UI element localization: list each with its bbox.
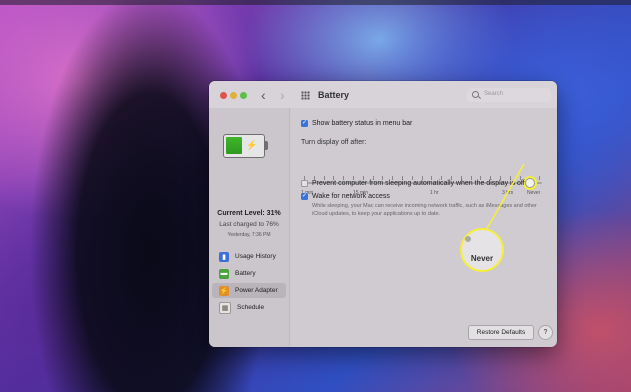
slider-tick (353, 176, 354, 180)
schedule-icon: ▦ (219, 301, 231, 314)
slider-tick (362, 176, 364, 180)
main-pane: ✓ Show battery status in menu bar Turn d… (290, 108, 557, 347)
tick-label-3-hrs: 3 hrs (502, 190, 514, 196)
current-level-text: Current Level: 31% (217, 210, 281, 217)
sidebar-item-label: Battery (235, 270, 256, 277)
slider-tick (382, 176, 384, 180)
tick-label-15-min: 15 min (353, 190, 369, 196)
slider-tick (460, 176, 462, 180)
menu-bar (0, 0, 631, 5)
callout-text: Never (470, 254, 494, 263)
slider-knob[interactable] (525, 178, 535, 188)
slider-tick (421, 176, 423, 180)
slider-tick (411, 176, 413, 180)
sidebar-item-battery[interactable]: ▬ Battery (212, 266, 286, 281)
turn-display-off-label: Turn display off after: (301, 139, 367, 146)
slider-tick (470, 176, 472, 180)
battery-level-icon: ⚡ (223, 134, 269, 158)
last-charged-text: Last charged to 76% (219, 221, 279, 228)
slider-tick (304, 176, 305, 180)
slider-tick (333, 176, 335, 180)
slider-tick (323, 176, 325, 180)
window-title: Battery (318, 90, 350, 100)
slider-tick (431, 176, 433, 180)
sidebar-item-label: Power Adapter (235, 287, 278, 294)
battery-icon: ▬ (219, 268, 229, 279)
sidebar-item-label: Usage History (235, 253, 276, 260)
slider-tick (372, 176, 374, 180)
search-icon (472, 91, 479, 98)
system-preferences-window: ‹ › Battery Search ⚡ Current Level: 31% … (209, 81, 557, 347)
sidebar-item-label: Schedule (237, 304, 265, 311)
sidebar: ⚡ Current Level: 31% Last charged to 76%… (209, 108, 290, 347)
slider-tick (451, 176, 452, 180)
slider-tick (392, 176, 394, 180)
slider-tick (402, 176, 403, 180)
sidebar-item-schedule[interactable]: ▦ Schedule (212, 300, 286, 315)
slider-tick (509, 176, 511, 180)
show-battery-status-label: Show battery status in menu bar (312, 120, 413, 127)
minimize-button[interactable] (230, 92, 237, 99)
tick-label-1-hr: 1 hr (430, 190, 439, 196)
slider-tick (519, 176, 521, 180)
forward-chevron-icon[interactable]: › (280, 87, 285, 103)
display-sleep-slider[interactable] (303, 182, 542, 184)
tick-label-never: Never (527, 190, 541, 196)
slider-tick (490, 176, 492, 180)
sidebar-item-power-adapter[interactable]: ⚡ Power Adapter (212, 283, 286, 298)
zoom-button[interactable] (240, 92, 247, 99)
tick-label-1-min: 1 min (301, 190, 314, 196)
slider-tick (539, 176, 541, 180)
show-all-grid-icon[interactable] (301, 91, 310, 100)
slider-tick (500, 176, 501, 180)
slider-tick (343, 176, 345, 180)
charged-time-text: Yesterday, 7:36 PM (227, 232, 271, 238)
power-adapter-icon: ⚡ (219, 285, 229, 296)
back-chevron-icon[interactable]: ‹ (261, 87, 266, 103)
slider-tick (480, 176, 482, 180)
title-bar: ‹ › Battery Search (209, 81, 557, 108)
slider-tick (313, 176, 315, 180)
sidebar-item-usage-history[interactable]: ▮ Usage History (212, 249, 286, 264)
callout-slider-knob (465, 236, 471, 242)
search-field[interactable]: Search (467, 88, 551, 102)
close-button[interactable] (220, 92, 227, 99)
search-placeholder: Search (484, 91, 504, 97)
slider-tick (441, 176, 443, 180)
show-battery-status-checkbox[interactable]: ✓ (301, 120, 308, 127)
usage-history-icon: ▮ (219, 251, 229, 262)
never-callout-magnifier: Never (460, 228, 504, 272)
